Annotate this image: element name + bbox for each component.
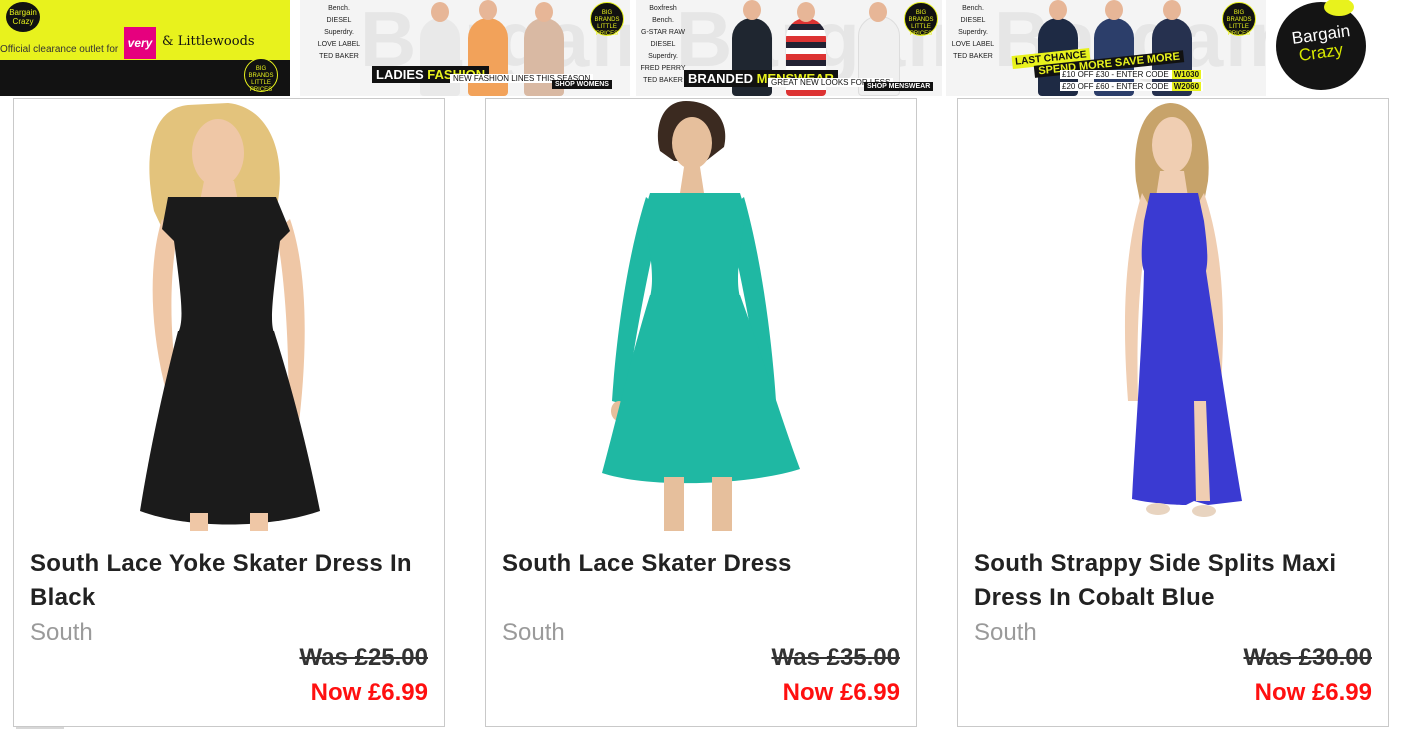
brand-fred-perry: FRED PERRY	[640, 65, 686, 72]
logo-swoosh	[1324, 0, 1354, 16]
menswear-banner[interactable]: Bargain Boxfresh Bench. G-STAR RAW DIESE…	[636, 0, 942, 96]
brand-list: Bench. DIESEL Superdry. LOVE LABEL TED B…	[314, 4, 364, 64]
brand-bench: Bench.	[652, 17, 674, 24]
big-brands-badge: BIG BRANDS LITTLE PRICES	[590, 2, 624, 37]
offer-code-line-2: £20 OFF £60 - ENTER CODE W2060	[1060, 82, 1204, 91]
brand-superdry: Superdry.	[324, 29, 354, 36]
was-price: Was £35.00	[771, 644, 900, 671]
product-card[interactable]: South Lace Yoke Skater Dress In Black So…	[13, 98, 445, 727]
brand-ted-baker: TED BAKER	[953, 53, 993, 60]
big-brands-badge: BIG BRANDS LITTLE PRICES	[244, 58, 278, 93]
mini-logo-line2: Crazy	[12, 17, 34, 26]
now-price: Now £6.99	[782, 679, 900, 706]
offer-line-2-text: £20 OFF £60 - ENTER CODE	[1062, 82, 1169, 91]
brand-list: Bench. DIESEL Superdry. LOVE LABEL TED B…	[948, 4, 998, 64]
model-head	[1049, 0, 1067, 20]
product-image[interactable]	[972, 101, 1376, 531]
product-title[interactable]: South Strappy Side Splits Maxi Dress In …	[974, 547, 1374, 615]
headline-plain: LADIES	[376, 67, 424, 82]
brand-diesel: DIESEL	[960, 17, 986, 24]
product-card[interactable]: South Lace Skater Dress South Was £35.00…	[485, 98, 917, 727]
shop-womens-button[interactable]: SHOP WOMENS	[552, 80, 612, 89]
headline-plain: BRANDED	[688, 71, 753, 86]
littlewoods-logo: & Littlewoods	[162, 34, 255, 49]
now-price: Now £6.99	[310, 679, 428, 706]
bargain-crazy-logo[interactable]: Bargain Crazy	[1276, 0, 1366, 90]
now-price: Now £6.99	[1254, 679, 1372, 706]
offer-line-1-text: £10 OFF £30 - ENTER CODE	[1062, 70, 1169, 79]
very-logo: very	[124, 27, 156, 59]
brand-diesel: DIESEL	[326, 17, 352, 24]
ladies-fashion-banner[interactable]: Bargain Bench. DIESEL Superdry. LOVE LAB…	[300, 0, 630, 96]
big-brands-badge: BIG BRANDS LITTLE PRICES	[1222, 2, 1256, 37]
big-brands-badge: BIG BRANDS LITTLE PRICES	[904, 2, 938, 37]
brand-love-label: LOVE LABEL	[317, 41, 361, 48]
brand-ted-baker: TED BAKER	[643, 77, 683, 84]
outlet-tagline: Official clearance outlet for	[0, 44, 119, 55]
product-title[interactable]: South Lace Yoke Skater Dress In Black	[30, 547, 430, 615]
product-brand: South	[974, 619, 1037, 646]
shop-menswear-button[interactable]: SHOP MENSWEAR	[864, 82, 934, 91]
model-head	[479, 0, 497, 20]
product-image[interactable]	[500, 101, 904, 531]
model-head	[743, 0, 761, 20]
model-head	[535, 2, 553, 22]
offer-code-line-1: £10 OFF £30 - ENTER CODE W1030	[1060, 70, 1204, 79]
offer-code-1: W1030	[1171, 70, 1202, 79]
divider	[16, 727, 64, 729]
dress-model-illustration	[140, 103, 320, 531]
model-head	[431, 2, 449, 22]
brand-diesel: DIESEL	[650, 41, 676, 48]
outlet-banner[interactable]: Bargain Crazy Official clearance outlet …	[0, 0, 290, 96]
brand-gstar: G-STAR RAW	[641, 29, 685, 36]
mini-logo-line1: Bargain	[9, 8, 37, 17]
brand-love-label: LOVE LABEL	[951, 41, 995, 48]
was-price: Was £25.00	[299, 644, 428, 671]
model-head	[797, 2, 815, 22]
brand-list: Boxfresh Bench. G-STAR RAW DIESEL Superd…	[638, 4, 688, 88]
product-brand: South	[502, 619, 565, 646]
product-card[interactable]: South Strappy Side Splits Maxi Dress In …	[957, 98, 1389, 727]
model-figure	[420, 18, 460, 96]
brand-superdry: Superdry.	[648, 53, 678, 60]
brand-ted-baker: TED BAKER	[319, 53, 359, 60]
spend-more-banner[interactable]: Bargain Bench. DIESEL Superdry. LOVE LAB…	[946, 0, 1266, 96]
offer-code-2: W2060	[1171, 82, 1202, 91]
dress-model-illustration	[602, 101, 800, 531]
brand-superdry: Superdry.	[958, 29, 988, 36]
dress-model-illustration	[1124, 103, 1242, 517]
promo-banner-strip: Bargain Crazy Official clearance outlet …	[0, 0, 1410, 96]
model-head	[1105, 0, 1123, 20]
model-head	[1163, 0, 1181, 20]
product-image[interactable]	[28, 101, 432, 531]
bargain-crazy-mini-logo: Bargain Crazy	[6, 2, 40, 32]
brand-boxfresh: Boxfresh	[649, 5, 677, 12]
was-price: Was £30.00	[1243, 644, 1372, 671]
brand-bench: Bench.	[328, 5, 350, 12]
model-figure	[468, 18, 508, 96]
product-title[interactable]: South Lace Skater Dress	[502, 547, 902, 581]
product-brand: South	[30, 619, 93, 646]
brand-bench: Bench.	[962, 5, 984, 12]
model-head	[869, 2, 887, 22]
